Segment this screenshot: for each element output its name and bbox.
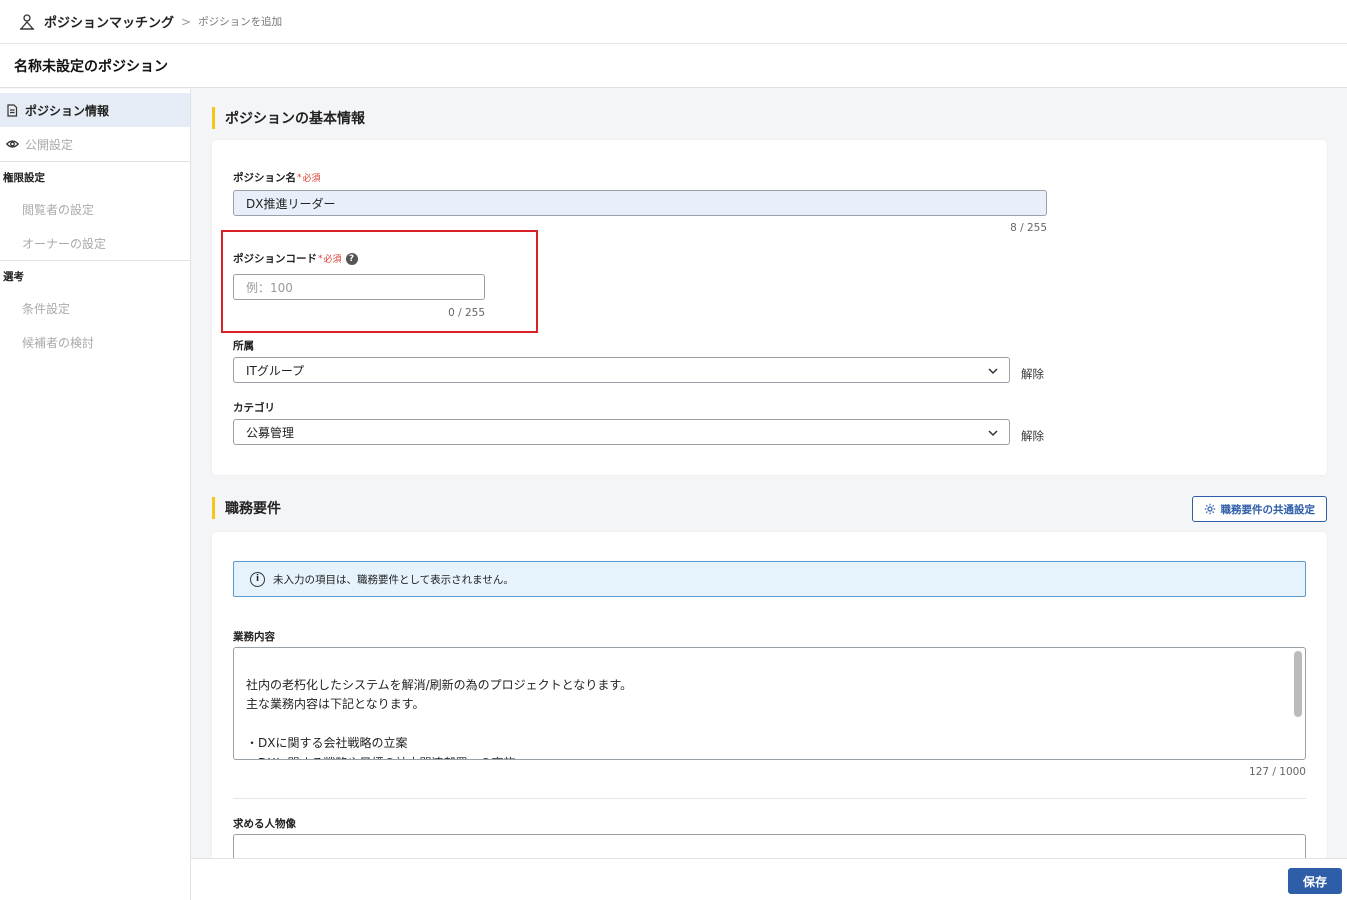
affiliation-clear-button[interactable]: 解除 xyxy=(1021,366,1044,382)
chevron-down-icon xyxy=(987,427,999,439)
section-accent-bar xyxy=(212,497,215,519)
highlight-box xyxy=(221,230,538,333)
job-content-counter: 127 / 1000 xyxy=(1249,766,1306,778)
section-header-job-requirements: 職務要件 xyxy=(212,496,281,520)
section-header-basic-info: ポジションの基本情報 xyxy=(212,106,365,130)
top-bar: ポジションマッチング > ポジションを追加 xyxy=(0,0,1347,44)
ideal-candidate-textarea[interactable] xyxy=(233,834,1306,858)
sidebar-item-candidate-review[interactable]: 候補者の検討 xyxy=(0,325,190,359)
position-name-input[interactable]: DX推進リーダー xyxy=(233,190,1047,216)
position-name-label: ポジション名 * 必須 xyxy=(233,170,321,185)
sidebar-item-label: ポジション情報 xyxy=(25,103,110,118)
common-settings-label: 職務要件の共通設定 xyxy=(1220,503,1316,516)
footer-bar: 保存 xyxy=(191,858,1347,900)
position-name-label-text: ポジション名 xyxy=(233,172,296,184)
required-mark: * xyxy=(297,172,302,183)
document-icon xyxy=(5,103,19,117)
category-select[interactable]: 公募管理 xyxy=(233,419,1010,445)
category-label: カテゴリ xyxy=(233,402,275,414)
affiliation-label: 所属 xyxy=(233,340,254,352)
sidebar-item-owner-settings[interactable]: オーナーの設定 xyxy=(0,226,190,260)
resize-handle-icon[interactable] xyxy=(1294,748,1303,757)
ideal-candidate-label: 求める人物像 xyxy=(233,818,296,830)
affiliation-select[interactable]: ITグループ xyxy=(233,357,1010,383)
section-accent-bar xyxy=(212,107,215,129)
section-title: 職務要件 xyxy=(225,501,281,517)
sidebar-item-condition-settings[interactable]: 条件設定 xyxy=(0,291,190,325)
app-logo-icon[interactable] xyxy=(18,13,36,31)
page-title: 名称未設定のポジション xyxy=(14,58,168,75)
title-bar: 名称未設定のポジション xyxy=(0,44,1347,88)
info-text: 未入力の項目は、職務要件として表示されません。 xyxy=(273,573,514,586)
save-button[interactable]: 保存 xyxy=(1288,868,1342,894)
gear-icon xyxy=(1204,503,1216,515)
affiliation-value: ITグループ xyxy=(246,363,305,378)
job-content-label: 業務内容 xyxy=(233,631,275,643)
textarea-scrollbar[interactable] xyxy=(1294,651,1302,717)
section-title: ポジションの基本情報 xyxy=(225,111,365,127)
position-name-counter: 8 / 255 xyxy=(1010,222,1047,234)
info-banner: i 未入力の項目は、職務要件として表示されません。 xyxy=(233,561,1306,597)
breadcrumb-separator: > xyxy=(181,14,192,29)
sidebar-group-selection: 選考 xyxy=(3,270,24,283)
category-clear-button[interactable]: 解除 xyxy=(1021,428,1044,444)
sidebar-item-viewer-settings[interactable]: 閲覧者の設定 xyxy=(0,192,190,226)
info-icon: i xyxy=(250,571,265,587)
sidebar-item-label: 公開設定 xyxy=(25,137,74,152)
eye-icon xyxy=(5,137,19,151)
sidebar: ポジション情報 公開設定 権限設定 閲覧者の設定 オーナーの設定 選考 条件設定… xyxy=(0,89,191,900)
required-text: 必須 xyxy=(302,174,321,184)
breadcrumb-app[interactable]: ポジションマッチング xyxy=(44,12,174,31)
sidebar-item-position-info[interactable]: ポジション情報 xyxy=(0,93,190,127)
job-content-text: 社内の老朽化したシステムを解消/刷新の為のプロジェクトとなります。 主な業務内容… xyxy=(246,677,633,760)
sidebar-item-publish-settings[interactable]: 公開設定 xyxy=(0,127,190,161)
job-content-textarea[interactable]: 社内の老朽化したシステムを解消/刷新の為のプロジェクトとなります。 主な業務内容… xyxy=(233,647,1306,760)
job-requirements-common-settings-button[interactable]: 職務要件の共通設定 xyxy=(1191,496,1327,522)
category-value: 公募管理 xyxy=(246,425,295,440)
job-requirements-card: i 未入力の項目は、職務要件として表示されません。 業務内容 社内の老朽化したシ… xyxy=(212,532,1327,858)
breadcrumb-current: ポジションを追加 xyxy=(198,16,283,28)
sidebar-group-permissions: 権限設定 xyxy=(3,171,45,184)
chevron-down-icon xyxy=(987,365,999,377)
divider xyxy=(233,798,1306,799)
main-content: ポジションの基本情報 ポジション名 * 必須 DX推進リーダー 8 / 255 … xyxy=(191,89,1347,858)
